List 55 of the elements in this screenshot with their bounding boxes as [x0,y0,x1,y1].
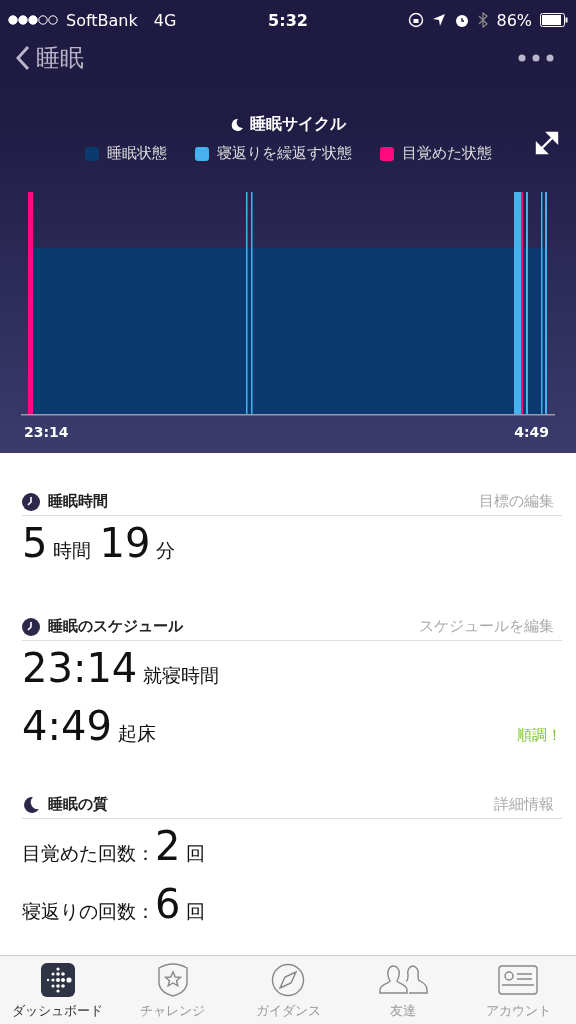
unit-label: 時間 [53,538,92,563]
tab[interactable]: ダッシュボード [0,956,116,1024]
id-card-icon[interactable] [498,965,539,995]
value-number: 6 [155,881,181,927]
bluetooth-icon [478,12,489,28]
unit-label: 回 [186,899,206,924]
alarm-icon [454,12,471,28]
value-number: 23:14 [22,645,138,691]
battery-percent: 86% [496,10,532,30]
section-title: 睡眠時間 [48,492,108,511]
expand-icon[interactable] [535,131,559,155]
end-time-label: 4:49 [514,424,549,440]
carrier-name: SoftBank [66,10,138,30]
value-number: 4:49 [22,703,112,749]
legend-label: 睡眠状態 [106,144,167,163]
moon-icon [22,795,40,814]
chevron-left-icon[interactable] [16,45,30,71]
compass-icon[interactable] [271,963,305,997]
tab[interactable]: アカウント [460,956,576,1024]
signal-icon [8,15,60,25]
dashboard-icon[interactable] [40,963,75,997]
status-note: 順調！ [517,726,562,745]
rotation-lock-icon [408,12,425,28]
location-arrow-icon [432,13,447,27]
value-number: 5 [22,520,48,566]
start-time-label: 23:14 [24,424,69,440]
clock-icon [22,617,40,636]
network-type: 4G [153,10,177,30]
friends-icon[interactable] [378,963,429,997]
unit-label: 回 [186,841,206,866]
moon-icon [230,117,244,132]
value-number: 19 [99,520,151,566]
legend-label: 目覚めた状態 [401,144,492,163]
section-title: 睡眠の質 [48,795,108,814]
tab[interactable]: 友達 [345,956,461,1024]
section-title: 睡眠のスケジュール [48,617,183,636]
unit-label: 就寝時間 [143,663,220,688]
tab[interactable]: ガイダンス [230,956,346,1024]
chart-title: 睡眠サイクル [250,114,346,135]
count-label: 寝返りの回数： [22,899,155,924]
tab[interactable]: チャレンジ [115,956,231,1024]
section-link[interactable]: 詳細情報 [494,795,554,814]
unit-label: 起床 [117,721,156,746]
clock-time: 5:32 [268,10,308,30]
section-link[interactable]: スケジュールを編集 [419,617,554,636]
clock-icon [22,492,40,511]
count-label: 目覚めた回数： [22,841,155,866]
shield-star-icon[interactable] [155,963,190,997]
battery-icon [540,13,568,27]
value-number: 2 [155,823,181,869]
more-icon[interactable] [518,54,554,62]
unit-label: 分 [156,538,176,563]
section-link[interactable]: 目標の編集 [479,492,554,511]
back-button[interactable]: 睡眠 [16,42,84,74]
legend-label: 寝返りを繰返す状態 [216,144,352,163]
